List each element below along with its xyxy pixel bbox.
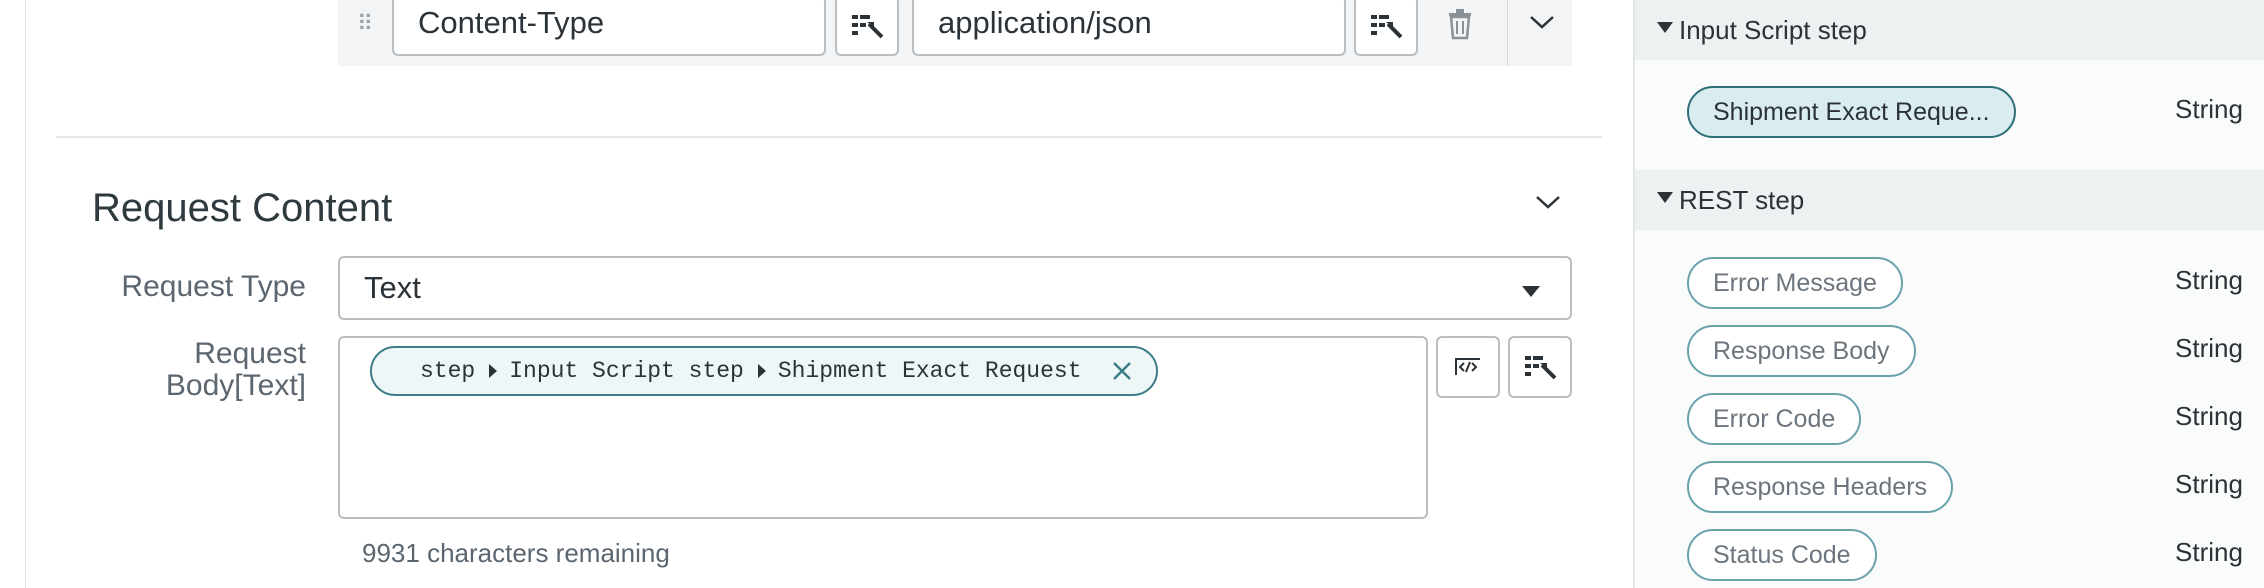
header-key-value: Content-Type	[418, 5, 605, 40]
variable-pill[interactable]: Status Code	[1687, 529, 1877, 581]
request-type-select[interactable]: Text	[338, 256, 1572, 320]
section-divider	[56, 136, 1602, 138]
group-title: Input Script step	[1679, 15, 1867, 45]
triangle-right-icon	[757, 364, 766, 378]
header-row: ⠿ Content-Type application/json	[338, 0, 1572, 66]
variable-pill[interactable]: Shipment Exact Reque...	[1687, 86, 2016, 138]
token-part-request: Shipment Exact Request	[777, 358, 1082, 384]
triangle-right-icon	[489, 364, 498, 378]
variable-token[interactable]: step Input Script step Shipment Exact Re…	[370, 346, 1158, 396]
request-body-label-line1: Request	[194, 337, 306, 370]
header-key-input[interactable]: Content-Type	[392, 0, 826, 56]
code-icon	[1455, 358, 1480, 375]
variable-picker-button[interactable]	[1354, 0, 1418, 56]
drag-handle-icon[interactable]: ⠿	[352, 12, 376, 36]
request-body-label: Request Body[Text]	[80, 338, 306, 402]
trash-icon[interactable]	[1446, 8, 1476, 40]
variable-type: String	[2175, 469, 2243, 499]
variables-panel: Input Script step Shipment Exact Reque..…	[1633, 0, 2264, 588]
chevron-down-icon[interactable]	[1528, 12, 1558, 36]
variable-type: String	[2175, 94, 2243, 124]
characters-remaining: 9931 characters remaining	[362, 538, 670, 568]
variable-picker-button[interactable]	[835, 0, 899, 56]
header-divider	[1507, 0, 1508, 66]
variable-picker-icon	[1371, 15, 1403, 39]
chevron-down-icon[interactable]	[1534, 192, 1564, 214]
group-header-rest-step[interactable]: REST step	[1635, 170, 2264, 230]
triangle-down-icon	[1657, 192, 1673, 203]
variable-pill[interactable]: Response Headers	[1687, 461, 1954, 513]
request-type-label: Request Type	[121, 270, 306, 303]
request-type-value: Text	[364, 270, 421, 305]
variable-pill[interactable]: Error Message	[1687, 257, 1903, 309]
variable-pill[interactable]: Error Code	[1687, 393, 1862, 445]
request-body-label-line2: Body[Text]	[165, 369, 306, 402]
variable-type: String	[2175, 537, 2243, 567]
variable-picker-button[interactable]	[1508, 336, 1572, 398]
variable-pill[interactable]: Response Body	[1687, 325, 1916, 377]
group-title: REST step	[1679, 185, 1805, 215]
request-body-input[interactable]: step Input Script step Shipment Exact Re…	[338, 336, 1428, 519]
dropdown-caret-icon	[1522, 286, 1540, 297]
variable-type: String	[2175, 333, 2243, 363]
header-value-input[interactable]: application/json	[912, 0, 1346, 56]
variable-picker-icon	[852, 15, 884, 39]
left-panel-border	[25, 0, 26, 588]
token-part-input-script: Input Script step	[509, 358, 744, 384]
triangle-down-icon	[1657, 22, 1673, 33]
token-part-step: step	[420, 358, 476, 384]
variable-type: String	[2175, 265, 2243, 295]
close-icon[interactable]	[1110, 359, 1134, 383]
variable-picker-icon	[1525, 356, 1557, 380]
group-header-input-script[interactable]: Input Script step	[1635, 0, 2264, 60]
header-value-value: application/json	[938, 5, 1152, 40]
variable-type: String	[2175, 401, 2243, 431]
section-title: Request Content	[92, 186, 393, 230]
code-editor-button[interactable]	[1436, 336, 1500, 398]
